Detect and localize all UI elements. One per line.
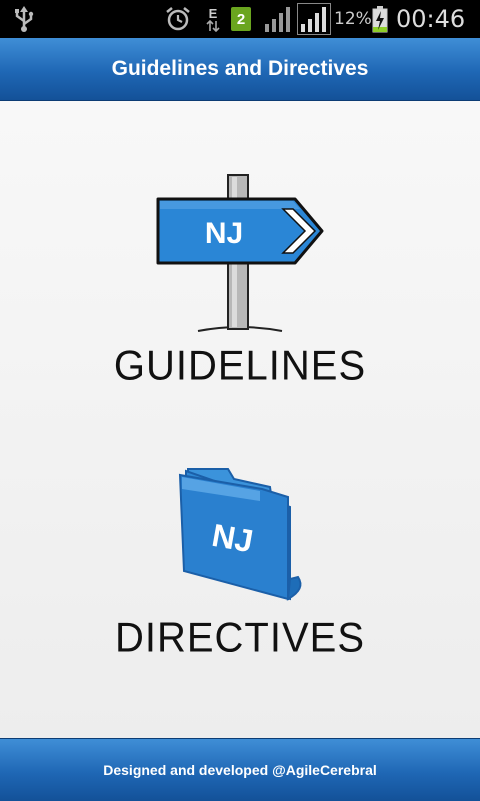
- network-type-label: E: [208, 5, 218, 21]
- guidelines-label: GUIDELINES: [113, 342, 367, 390]
- guidelines-button[interactable]: NJ GUIDELINES: [90, 171, 390, 391]
- alarm-icon: [163, 0, 193, 38]
- usb-icon: [10, 0, 38, 38]
- directives-button[interactable]: NJ DIRECTIVES: [90, 461, 390, 681]
- signal-icon: [296, 0, 332, 38]
- folder-text: NJ: [209, 517, 256, 560]
- clock: 00:46: [396, 5, 466, 33]
- sim-icon: 2: [230, 0, 252, 38]
- signpost-icon: NJ: [150, 171, 330, 341]
- battery-percent: 12%: [334, 9, 372, 29]
- app-footer: Designed and developed @AgileCerebral: [0, 738, 480, 801]
- folder-icon: NJ: [170, 461, 310, 611]
- app-header: Guidelines and Directives: [0, 38, 480, 101]
- data-arrows-icon: E: [202, 0, 224, 38]
- directives-label: DIRECTIVES: [114, 614, 366, 662]
- signal-icon: [262, 0, 294, 38]
- footer-credit: Designed and developed @AgileCerebral: [103, 762, 377, 778]
- battery-charging-icon: [370, 0, 390, 38]
- sim-badge: 2: [236, 10, 246, 28]
- status-bar: E 2 12% 00:46: [0, 0, 480, 38]
- main-content: NJ GUIDELINES NJ DIRECTIVES: [0, 101, 480, 738]
- page-title: Guidelines and Directives: [111, 57, 369, 80]
- sign-text: NJ: [205, 217, 243, 250]
